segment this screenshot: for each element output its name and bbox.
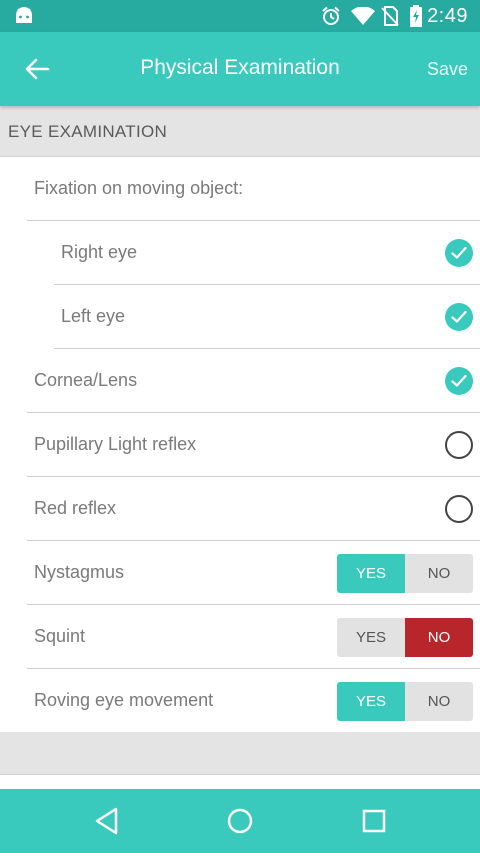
list-item-fixation: Fixation on moving object: (0, 157, 480, 221)
right-eye-check-button[interactable] (445, 239, 473, 267)
back-triangle-icon[interactable] (93, 806, 121, 836)
squint-toggle: YES NO (337, 618, 473, 657)
squint-yes-button[interactable]: YES (337, 618, 405, 657)
pupillary-unchecked-circle[interactable] (445, 431, 473, 459)
section-title: EYE EXAMINATION (8, 122, 168, 141)
list-item-nystagmus: Nystagmus YES NO (0, 541, 480, 605)
cornea-lens-label: Cornea/Lens (34, 370, 138, 390)
red-reflex-unchecked-circle[interactable] (445, 495, 473, 523)
wifi-icon (351, 7, 375, 25)
status-time: 2:49 (427, 5, 468, 27)
status-bar: 2:49 (0, 0, 480, 32)
nystagmus-yes-button[interactable]: YES (337, 554, 405, 593)
recents-square-icon[interactable] (360, 806, 388, 836)
nystagmus-no-button[interactable]: NO (405, 554, 473, 593)
roving-no-button[interactable]: NO (405, 682, 473, 721)
red-reflex-label: Red reflex (34, 498, 117, 518)
nystagmus-label: Nystagmus (34, 562, 125, 582)
roving-yes-button[interactable]: YES (337, 682, 405, 721)
fixation-label: Fixation on moving object: (34, 178, 244, 198)
list-item-right-eye[interactable]: Right eye (0, 221, 480, 285)
save-button[interactable]: Save (427, 59, 468, 80)
no-sim-icon (381, 6, 399, 26)
battery-icon (410, 5, 422, 27)
roving-label: Roving eye movement (34, 690, 214, 710)
nystagmus-toggle: YES NO (337, 554, 473, 593)
list-item-red-reflex[interactable]: Red reflex (0, 477, 480, 541)
list-item-cornea-lens[interactable]: Cornea/Lens (0, 349, 480, 413)
left-eye-label: Left eye (61, 306, 126, 326)
android-icon (16, 7, 32, 23)
squint-label: Squint (34, 626, 86, 646)
home-circle-icon[interactable] (226, 806, 254, 836)
checkmark-icon (451, 246, 467, 259)
alarm-icon (322, 6, 340, 25)
page-title: Physical Examination (140, 56, 340, 79)
list-item-left-eye[interactable]: Left eye (0, 285, 480, 349)
squint-no-button[interactable]: NO (405, 618, 473, 657)
list-item-pupillary-light-reflex[interactable]: Pupillary Light reflex (0, 413, 480, 477)
checkmark-icon (451, 310, 467, 323)
checkmark-icon (451, 374, 467, 387)
cornea-lens-check-button[interactable] (445, 367, 473, 395)
pupillary-label: Pupillary Light reflex (34, 434, 197, 454)
navigation-bar (0, 789, 480, 853)
roving-toggle: YES NO (337, 682, 473, 721)
list-item-squint: Squint YES NO (0, 605, 480, 669)
left-eye-check-button[interactable] (445, 303, 473, 331)
next-section-header (0, 732, 480, 775)
app-bar: Physical Examination Save (0, 32, 480, 106)
right-eye-label: Right eye (61, 242, 138, 262)
section-header: EYE EXAMINATION (0, 106, 480, 157)
list-item-roving-eye-movement: Roving eye movement YES NO (0, 669, 480, 733)
